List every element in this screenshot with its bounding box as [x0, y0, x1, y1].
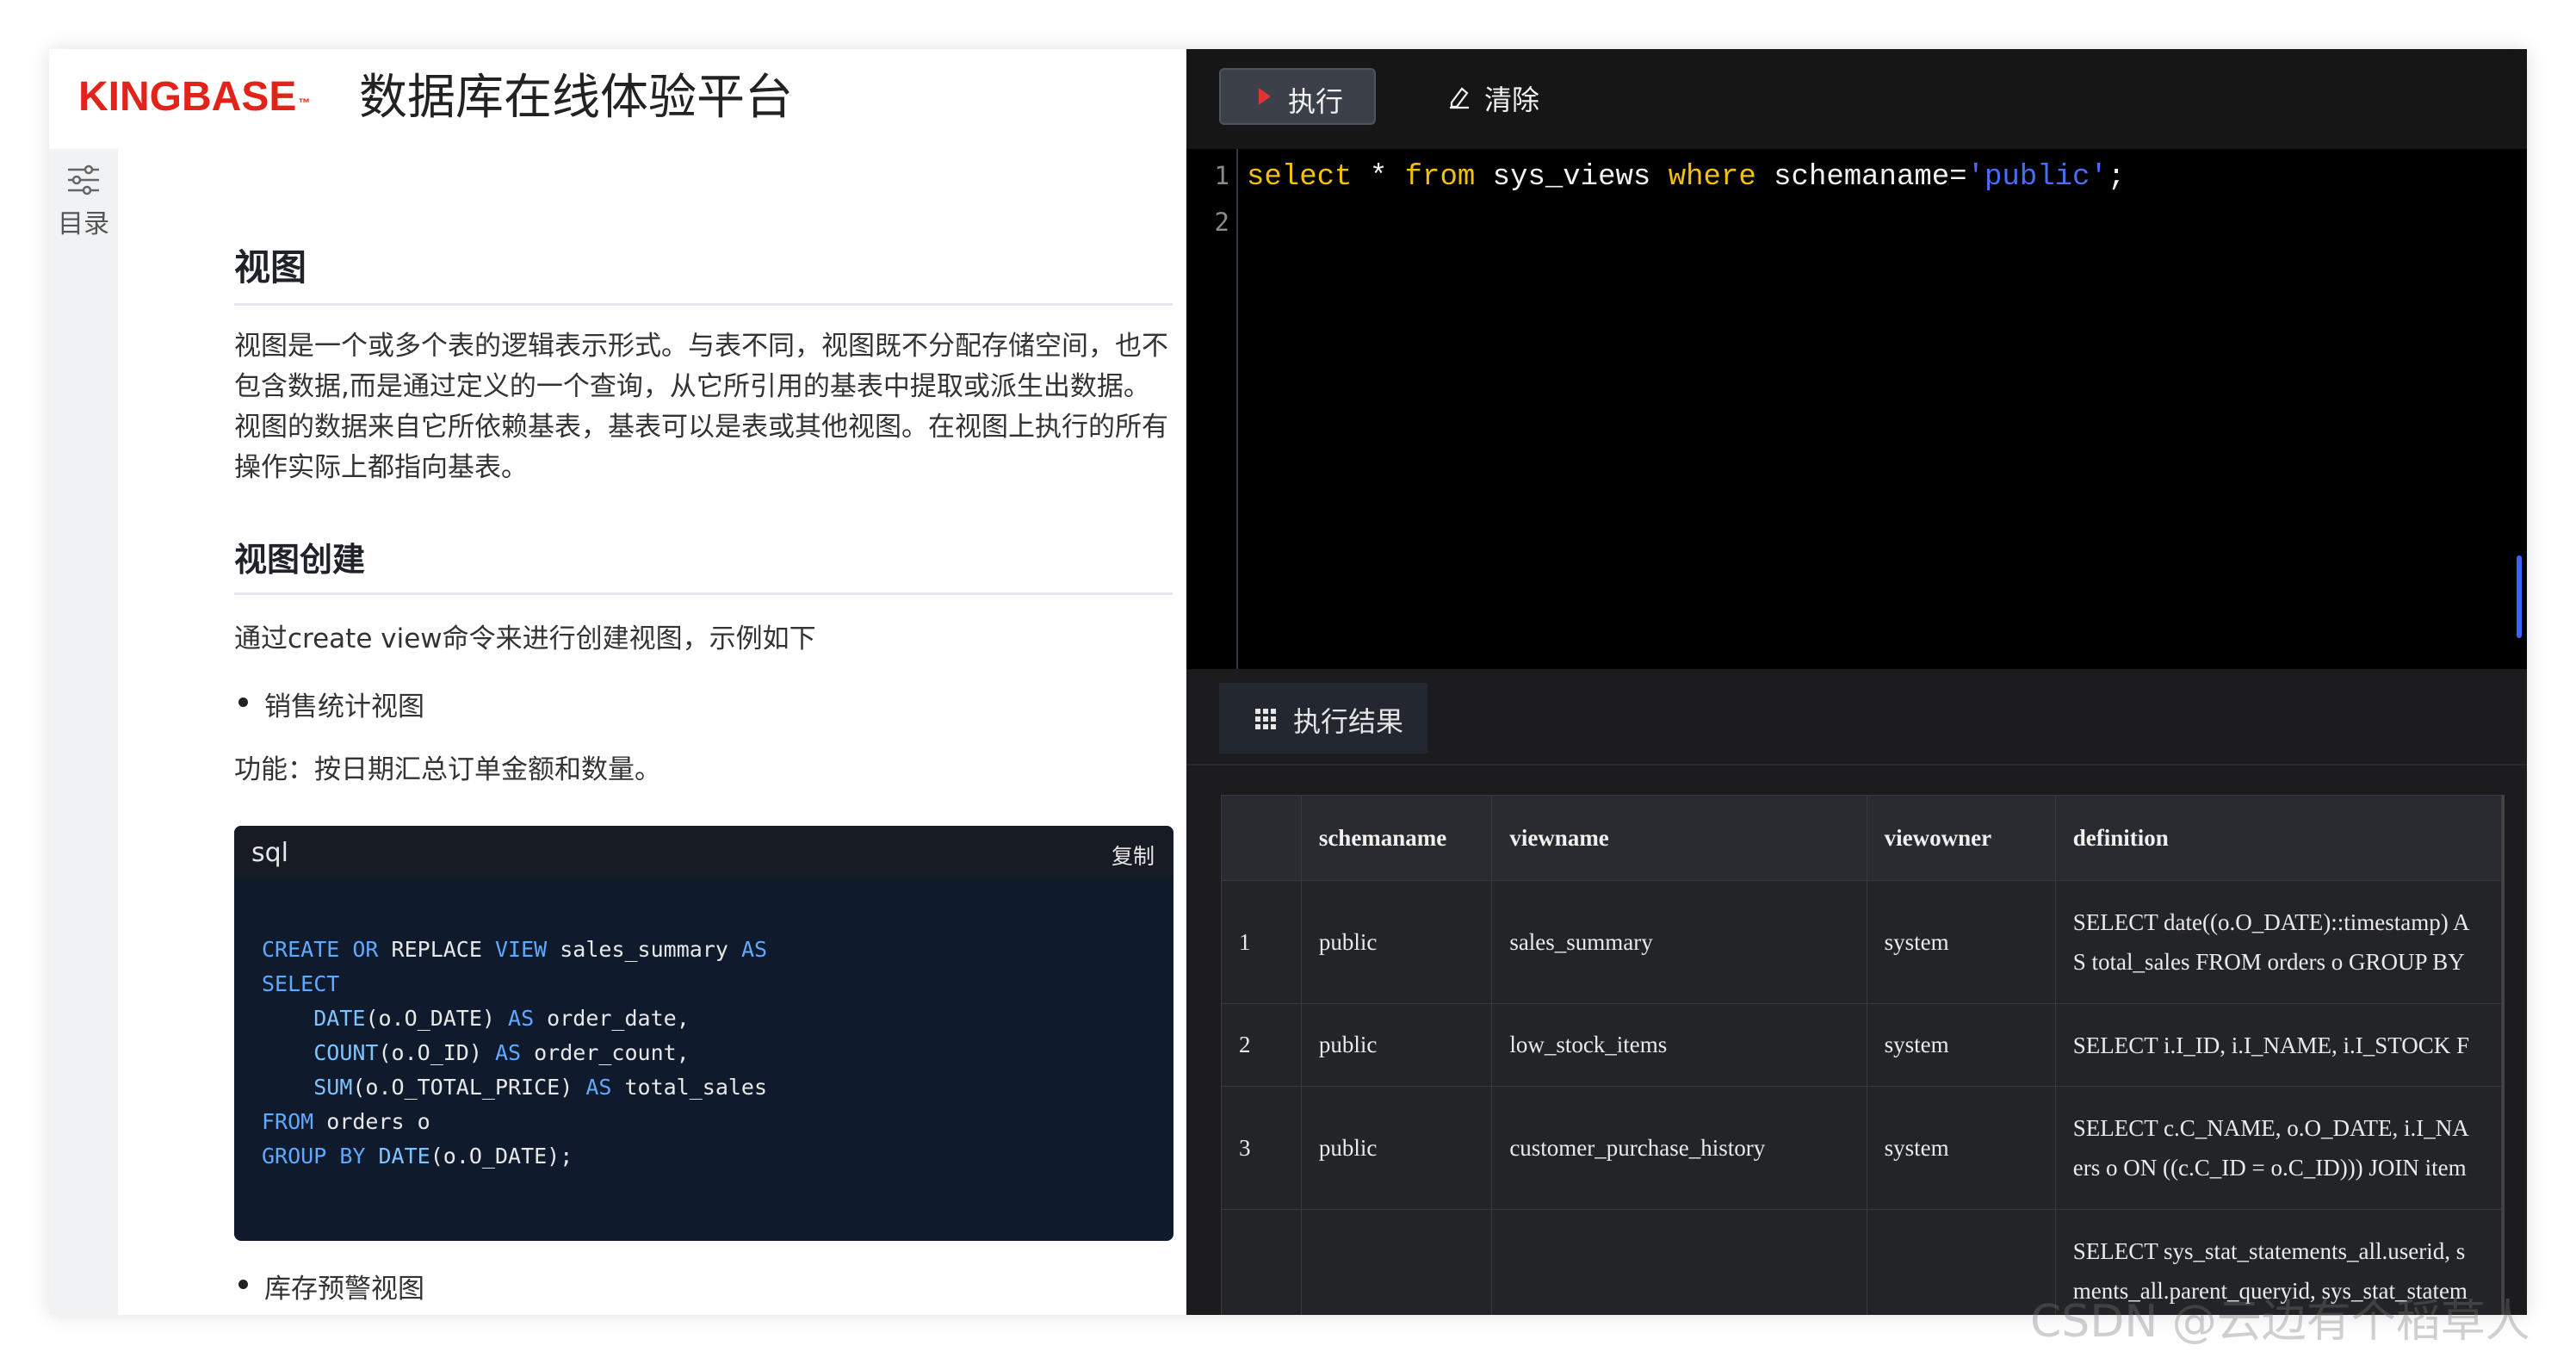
function-text: 功能：按日期汇总订单金额和数量。 — [234, 754, 661, 785]
cell-definition: SELECT date((o.O_DATE)::timestamp) AS to… — [2054, 880, 2502, 1004]
code-line: CREATE OR REPLACE VIEW sales_summary AS — [262, 937, 768, 962]
row-index: 3 — [1221, 1086, 1302, 1210]
toc-rail: 目录 — [49, 149, 118, 1315]
create-intro-text: 通过create view命令来进行创建视图，示例如下 — [234, 623, 816, 654]
app-window: KINGBASE ™ 数据库在线体验平台 目录 视图 视图是一个或多个表的逻辑表示… — [49, 49, 2527, 1315]
cell-definition: SELECT c.C_NAME, o.O_DATE, i.I_NA ers o O… — [2054, 1086, 2502, 1210]
column-header-viewname[interactable]: viewname — [1491, 795, 1867, 881]
clear-button-label: 清除 — [1484, 84, 1540, 116]
cell-schemaname: public — [1300, 880, 1493, 1004]
row-index — [1221, 1209, 1302, 1315]
column-header-definition[interactable]: definition — [2054, 795, 2502, 881]
heading-view-create: 视图创建 — [234, 533, 1173, 595]
results-tab-label: 执行结果 — [1293, 705, 1404, 738]
cell-viewname: low_stock_items — [1491, 1003, 1867, 1087]
cell-definition: SELECT i.I_ID, i.I_NAME, i.I_STOCK F — [2054, 1003, 2502, 1087]
results-table: schemaname viewname viewowner definition… — [1221, 795, 2505, 1315]
tab-results[interactable]: 执行结果 — [1219, 683, 1427, 753]
line-number: 2 — [1214, 208, 1229, 237]
code-language-label: sql — [251, 838, 289, 868]
code-block-header: sql 复制 — [234, 826, 1173, 879]
cell-schemaname: public — [1300, 1086, 1493, 1210]
copy-button[interactable]: 复制 — [1112, 840, 1155, 871]
code-line: DATE(o.O_DATE) AS order_date, — [313, 1006, 690, 1031]
toc-button[interactable]: 目录 — [49, 159, 118, 239]
sliders-icon — [68, 164, 99, 195]
table-header-row: schemaname viewname viewowner definition — [1221, 795, 2502, 881]
cell-viewname: sales_summary — [1491, 880, 1867, 1004]
site-header: KINGBASE ™ 数据库在线体验平台 — [49, 49, 1186, 149]
cell-viewowner: system — [1866, 880, 2056, 1004]
code-line: COUNT(o.O_ID) AS order_count, — [313, 1040, 690, 1065]
editor-scrollbar[interactable] — [2517, 555, 2522, 638]
code-line: FROM orders o — [262, 1109, 430, 1134]
doc-pane: KINGBASE ™ 数据库在线体验平台 目录 视图 视图是一个或多个表的逻辑表示… — [49, 49, 1186, 1315]
cell-schemaname — [1300, 1209, 1493, 1315]
sql-editor[interactable]: 1 2 select * from sys_views where schema… — [1186, 149, 2527, 669]
line-number: 1 — [1214, 161, 1229, 190]
column-header-schemaname[interactable]: schemaname — [1300, 795, 1493, 881]
toc-label: 目录 — [58, 209, 109, 239]
view-intro-text: 视图是一个或多个表的逻辑表示形式。与表不同，视图既不分配存储空间，也不包含数据,… — [234, 331, 1168, 483]
row-index: 2 — [1221, 1003, 1302, 1087]
cell-viewowner: system — [1866, 1003, 2056, 1087]
code-line: SUM(o.O_TOTAL_PRICE) AS total_sales — [313, 1075, 768, 1100]
run-button-label: 执行 — [1288, 85, 1344, 118]
table-row[interactable]: 1 public sales_summary system SELECT dat… — [1221, 880, 2502, 1004]
grid-icon — [1255, 709, 1276, 729]
bullet-sales-view: 销售统计视图 — [238, 685, 424, 723]
run-button[interactable]: 执行 — [1219, 68, 1376, 125]
cell-viewowner — [1866, 1209, 2056, 1315]
heading-view: 视图 — [234, 239, 1173, 306]
code-text: CREATE OR REPLACE VIEW sales_summary AS … — [262, 933, 767, 1174]
editor-toolbar: 执行 清除 — [1186, 49, 2527, 149]
cell-schemaname: public — [1300, 1003, 1493, 1087]
code-block: sql 复制 CREATE OR REPLACE VIEW sales_summ… — [234, 826, 1173, 1241]
play-icon — [1259, 88, 1271, 105]
bullet-stock-alert-view: 库存预警视图 — [238, 1267, 424, 1305]
cell-viewowner: system — [1866, 1086, 2056, 1210]
eraser-icon — [1450, 87, 1469, 109]
column-header-index — [1221, 795, 1302, 881]
sql-statement[interactable]: select * from sys_views where schemaname… — [1247, 161, 2125, 194]
sql-pane: 执行 清除 1 2 select * from sys_views where … — [1186, 49, 2527, 1315]
doc-content: 视图 视图是一个或多个表的逻辑表示形式。与表不同，视图既不分配存储空间，也不包含… — [118, 149, 1186, 1315]
code-line: GROUP BY DATE(o.O_DATE); — [262, 1144, 573, 1169]
table-row[interactable]: 2 public low_stock_items system SELECT i… — [1221, 1003, 2502, 1087]
table-row[interactable]: 3 public customer_purchase_history syste… — [1221, 1086, 2502, 1210]
watermark: CSDN @云边有个稻草人 — [2030, 1296, 2530, 1348]
cell-viewname — [1491, 1209, 1867, 1315]
site-title: 数据库在线体验平台 — [359, 70, 793, 126]
row-index: 1 — [1221, 880, 1302, 1004]
cell-viewname: customer_purchase_history — [1491, 1086, 1867, 1210]
code-line: SELECT — [262, 971, 340, 996]
column-header-viewowner[interactable]: viewowner — [1866, 795, 2056, 881]
kingbase-logo[interactable]: KINGBASE ™ — [78, 71, 310, 123]
line-number-gutter: 1 2 — [1186, 149, 1238, 669]
